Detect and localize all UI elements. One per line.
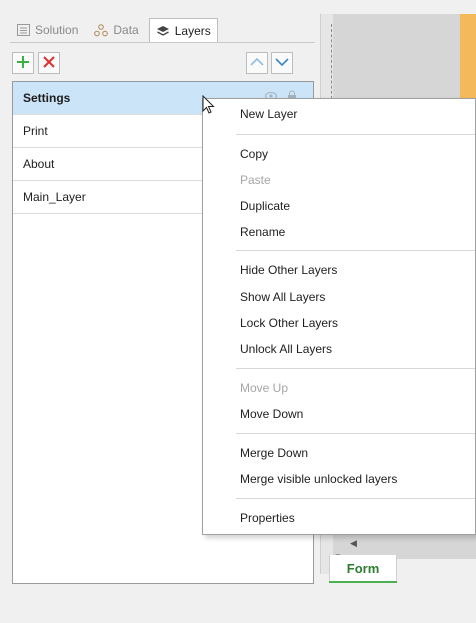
menu-item-move-up[interactable]: Move Up bbox=[240, 381, 288, 395]
menu-separator bbox=[236, 250, 475, 251]
menu-item-hide-other-layers[interactable]: Hide Other Layers bbox=[240, 263, 337, 277]
menu-item-paste[interactable]: Paste bbox=[240, 173, 271, 187]
layers-icon bbox=[156, 24, 170, 38]
chevron-down-icon bbox=[275, 56, 289, 70]
tab-divider bbox=[10, 42, 315, 43]
tab-form-label: Form bbox=[346, 561, 380, 576]
menu-item-properties[interactable]: Properties bbox=[240, 511, 295, 525]
menu-item-merge-down[interactable]: Merge Down bbox=[240, 446, 308, 460]
layer-name: Print bbox=[23, 124, 48, 138]
tab-form[interactable]: Form bbox=[329, 555, 397, 583]
menu-item-new-layer[interactable]: New Layer bbox=[240, 107, 297, 121]
delete-layer-button[interactable] bbox=[38, 52, 60, 74]
ruler-ticks bbox=[327, 24, 332, 104]
add-layer-button[interactable] bbox=[12, 52, 34, 74]
layer-name: Main_Layer bbox=[23, 190, 86, 204]
menu-item-show-all-layers[interactable]: Show All Layers bbox=[240, 290, 325, 304]
layer-name: Settings bbox=[23, 91, 71, 105]
menu-separator bbox=[236, 368, 475, 369]
tab-data-label: Data bbox=[113, 23, 139, 37]
plus-icon bbox=[16, 55, 30, 72]
panel-tabs: Solution Data Layers bbox=[10, 18, 218, 43]
menu-item-merge-visible-unlocked[interactable]: Merge visible unlocked layers bbox=[240, 472, 397, 486]
chevron-up-icon bbox=[250, 56, 264, 70]
tab-layers-label: Layers bbox=[174, 24, 211, 38]
layer-name: About bbox=[23, 157, 55, 171]
menu-separator bbox=[236, 498, 475, 499]
form-tab-indicator bbox=[329, 581, 397, 583]
move-layer-up-button[interactable] bbox=[246, 52, 268, 74]
menu-item-rename[interactable]: Rename bbox=[240, 225, 285, 239]
data-icon bbox=[94, 23, 109, 37]
menu-separator bbox=[236, 433, 475, 434]
menu-item-move-down[interactable]: Move Down bbox=[240, 407, 303, 421]
tab-data[interactable]: Data bbox=[88, 18, 144, 42]
menu-item-copy[interactable]: Copy bbox=[240, 147, 268, 161]
layer-context-menu: New Layer Copy Paste Duplicate Rename Hi… bbox=[202, 98, 476, 535]
close-icon bbox=[43, 55, 55, 71]
menu-separator bbox=[236, 134, 475, 135]
move-layer-down-button[interactable] bbox=[271, 52, 293, 74]
scroll-left-icon[interactable]: ◀ bbox=[350, 538, 357, 549]
menu-item-unlock-all-layers[interactable]: Unlock All Layers bbox=[240, 342, 332, 356]
solution-icon bbox=[16, 23, 30, 37]
menu-item-duplicate[interactable]: Duplicate bbox=[240, 199, 290, 213]
tab-layers[interactable]: Layers bbox=[148, 18, 218, 43]
tab-solution[interactable]: Solution bbox=[10, 18, 84, 42]
layers-toolbar bbox=[12, 52, 314, 74]
canvas-element[interactable] bbox=[460, 14, 476, 104]
menu-item-lock-other-layers[interactable]: Lock Other Layers bbox=[240, 316, 338, 330]
mouse-cursor-icon bbox=[202, 94, 216, 115]
tab-solution-label: Solution bbox=[35, 23, 79, 37]
